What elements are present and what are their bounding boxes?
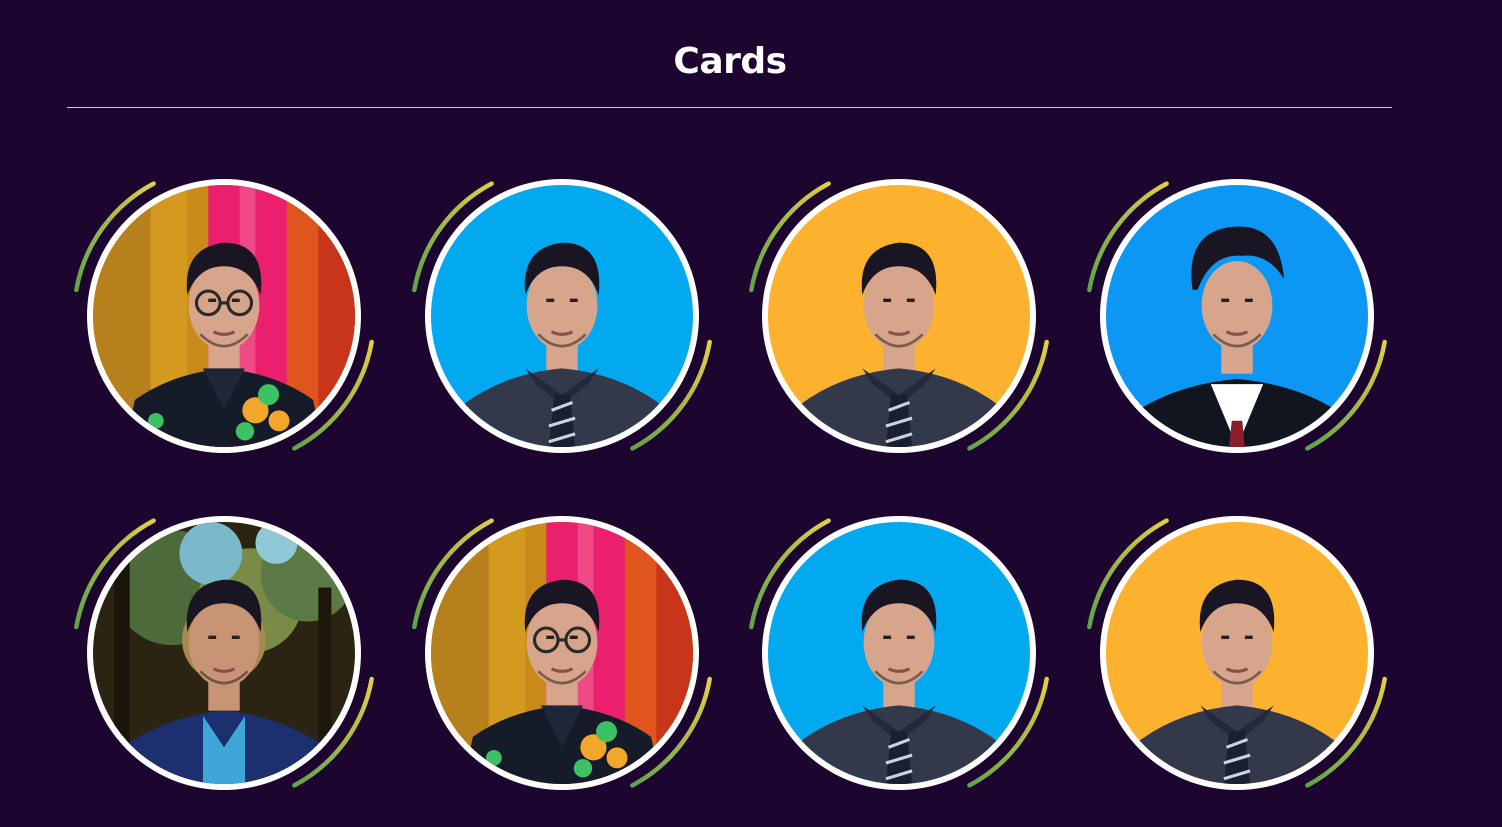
profile-card[interactable] xyxy=(1078,165,1398,465)
portrait-photo xyxy=(1106,185,1368,447)
avatar[interactable] xyxy=(1106,522,1368,784)
portrait-photo xyxy=(93,522,355,784)
profile-card[interactable] xyxy=(740,502,1060,802)
portrait-photo xyxy=(431,185,693,447)
profile-card[interactable] xyxy=(403,165,723,465)
avatar-ring xyxy=(425,179,699,453)
portrait-photo xyxy=(768,185,1030,447)
avatar-ring xyxy=(1100,179,1374,453)
portrait-photo xyxy=(1106,522,1368,784)
avatar-ring xyxy=(87,516,361,790)
avatar-ring xyxy=(425,516,699,790)
page-title: Cards xyxy=(673,41,787,83)
avatar-ring xyxy=(762,179,1036,453)
portrait-photo xyxy=(93,185,355,447)
avatar[interactable] xyxy=(768,522,1030,784)
title-divider xyxy=(67,107,1392,108)
avatar[interactable] xyxy=(431,185,693,447)
profile-card[interactable] xyxy=(403,502,723,802)
avatar[interactable] xyxy=(93,185,355,447)
avatar[interactable] xyxy=(93,522,355,784)
profile-card[interactable] xyxy=(1078,502,1398,802)
profile-card[interactable] xyxy=(740,165,1060,465)
avatar-ring xyxy=(1100,516,1374,790)
profile-card[interactable] xyxy=(65,502,385,802)
profile-card[interactable] xyxy=(65,165,385,465)
portrait-photo xyxy=(431,522,693,784)
avatar[interactable] xyxy=(1106,185,1368,447)
avatar-ring xyxy=(87,179,361,453)
avatar-ring xyxy=(762,516,1036,790)
avatar[interactable] xyxy=(431,522,693,784)
avatar[interactable] xyxy=(768,185,1030,447)
portrait-photo xyxy=(768,522,1030,784)
